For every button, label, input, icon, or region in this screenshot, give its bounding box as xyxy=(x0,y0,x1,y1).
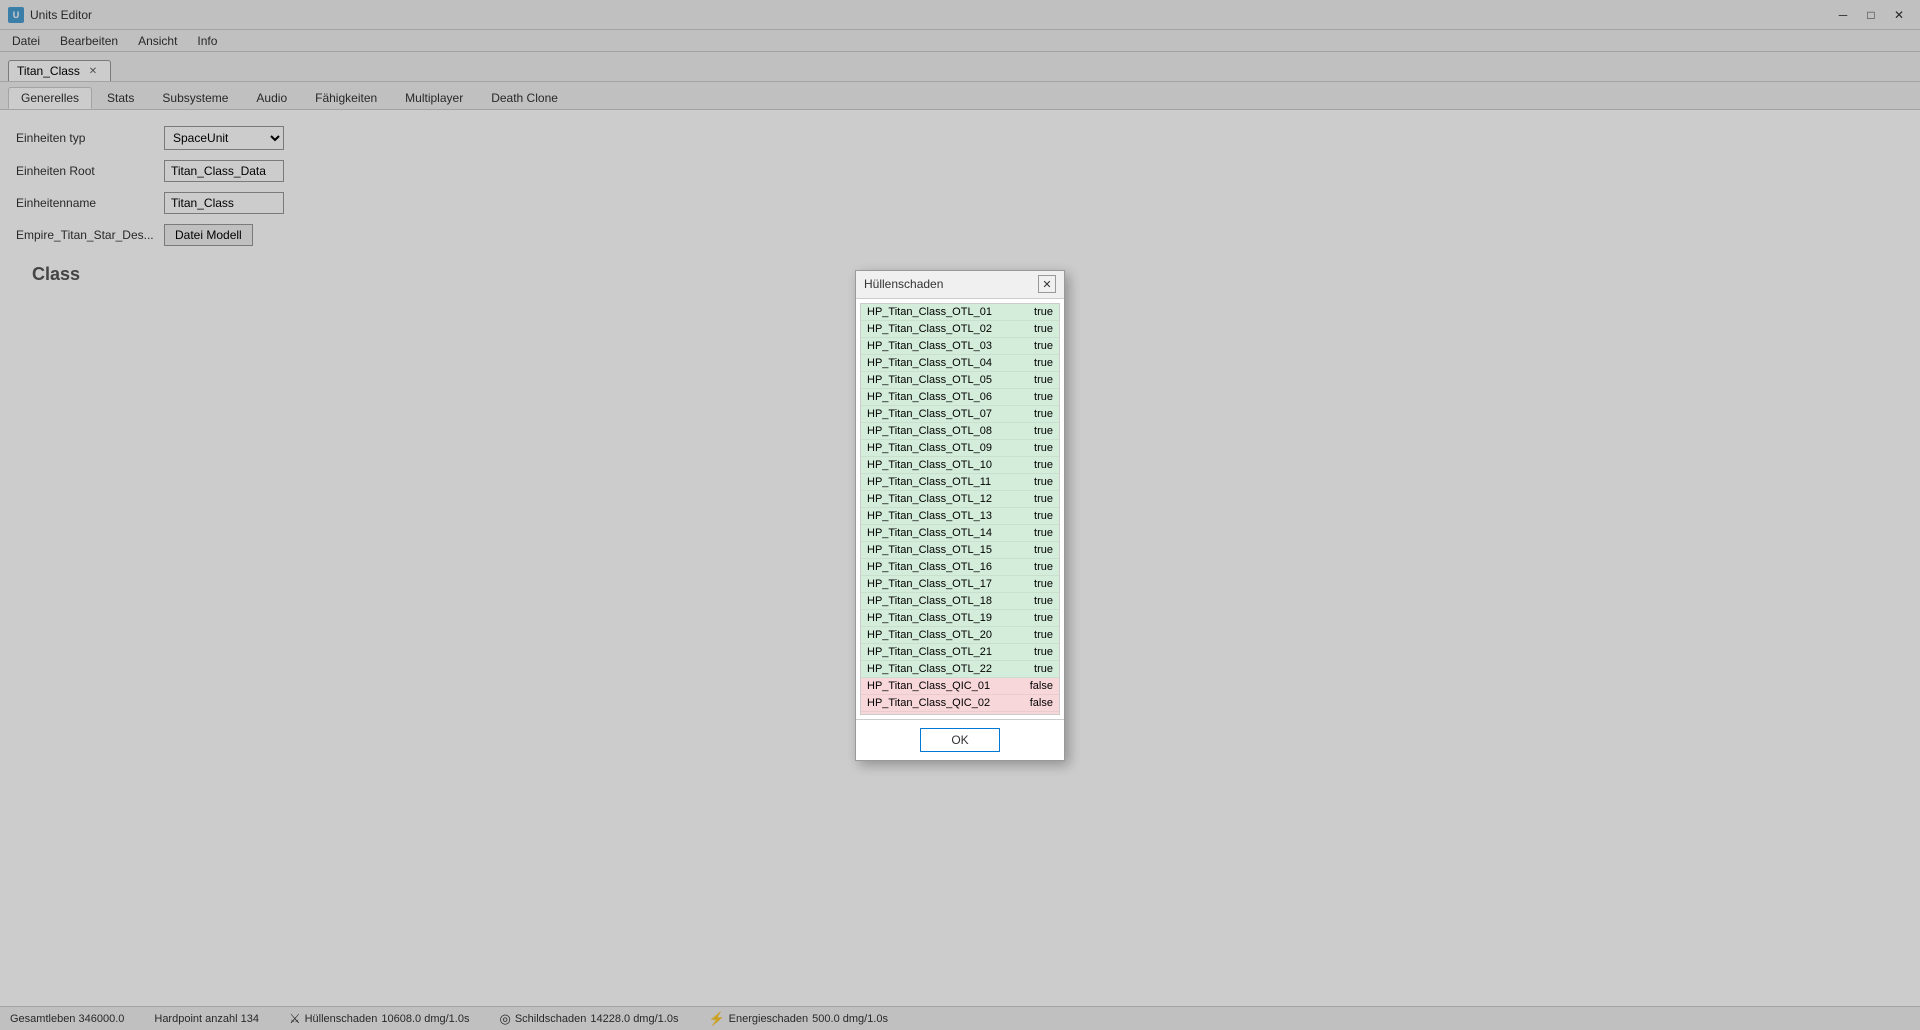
list-item[interactable]: HP_Titan_Class_OTL_12true xyxy=(861,491,1059,508)
list-item[interactable]: HP_Titan_Class_OTL_16true xyxy=(861,559,1059,576)
list-item[interactable]: HP_Titan_Class_QIC_03false xyxy=(861,712,1059,715)
list-item[interactable]: HP_Titan_Class_OTL_15true xyxy=(861,542,1059,559)
dialog-title: Hüllenschaden xyxy=(864,277,943,291)
list-item[interactable]: HP_Titan_Class_OTL_17true xyxy=(861,576,1059,593)
list-item[interactable]: HP_Titan_Class_OTL_21true xyxy=(861,644,1059,661)
list-item[interactable]: HP_Titan_Class_OTL_20true xyxy=(861,627,1059,644)
list-item[interactable]: HP_Titan_Class_OTL_08true xyxy=(861,423,1059,440)
list-item[interactable]: HP_Titan_Class_OTL_04true xyxy=(861,355,1059,372)
list-item[interactable]: HP_Titan_Class_OTL_10true xyxy=(861,457,1059,474)
dialog-overlay: Hüllenschaden ✕ HP_Titan_Class_OTL_01tru… xyxy=(0,0,1920,1030)
dialog-content: HP_Titan_Class_OTL_01trueHP_Titan_Class_… xyxy=(856,299,1064,719)
list-item[interactable]: HP_Titan_Class_OTL_03true xyxy=(861,338,1059,355)
list-item[interactable]: HP_Titan_Class_OTL_22true xyxy=(861,661,1059,678)
list-item[interactable]: HP_Titan_Class_OTL_07true xyxy=(861,406,1059,423)
list-item[interactable]: HP_Titan_Class_OTL_11true xyxy=(861,474,1059,491)
list-item[interactable]: HP_Titan_Class_OTL_14true xyxy=(861,525,1059,542)
list-item[interactable]: HP_Titan_Class_OTL_19true xyxy=(861,610,1059,627)
list-item[interactable]: HP_Titan_Class_OTL_01true xyxy=(861,304,1059,321)
dialog-close-button[interactable]: ✕ xyxy=(1038,275,1056,293)
list-item[interactable]: HP_Titan_Class_OTL_02true xyxy=(861,321,1059,338)
list-item[interactable]: HP_Titan_Class_OTL_06true xyxy=(861,389,1059,406)
hullenschaden-dialog: Hüllenschaden ✕ HP_Titan_Class_OTL_01tru… xyxy=(855,270,1065,761)
list-item[interactable]: HP_Titan_Class_OTL_13true xyxy=(861,508,1059,525)
dialog-list[interactable]: HP_Titan_Class_OTL_01trueHP_Titan_Class_… xyxy=(860,303,1060,715)
list-item[interactable]: HP_Titan_Class_OTL_05true xyxy=(861,372,1059,389)
list-item[interactable]: HP_Titan_Class_QIC_02false xyxy=(861,695,1059,712)
list-item[interactable]: HP_Titan_Class_OTL_18true xyxy=(861,593,1059,610)
dialog-footer: OK xyxy=(856,719,1064,760)
dialog-titlebar: Hüllenschaden ✕ xyxy=(856,271,1064,299)
ok-button[interactable]: OK xyxy=(920,728,999,752)
list-item[interactable]: HP_Titan_Class_QIC_01false xyxy=(861,678,1059,695)
list-item[interactable]: HP_Titan_Class_OTL_09true xyxy=(861,440,1059,457)
